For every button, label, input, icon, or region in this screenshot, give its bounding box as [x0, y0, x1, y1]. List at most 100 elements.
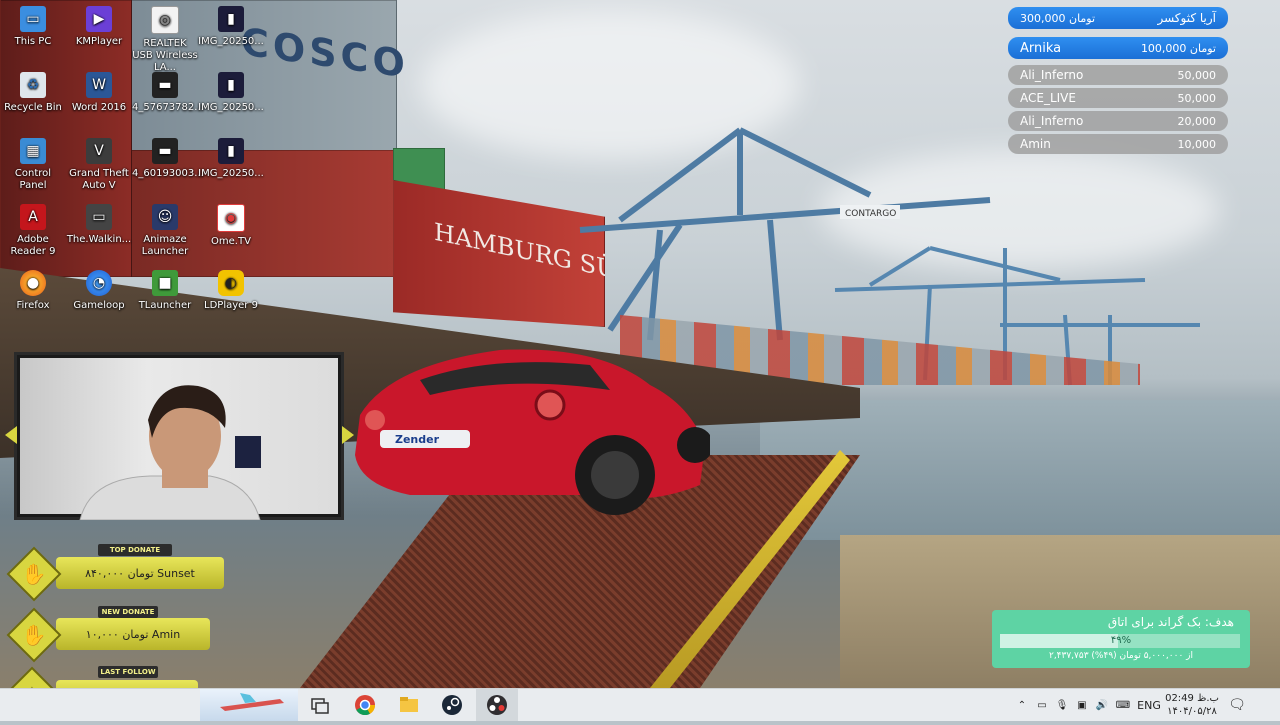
language-indicator[interactable]: ENG: [1134, 699, 1164, 712]
desktop-icon-tlauncher[interactable]: ■ TLauncher: [132, 270, 198, 312]
desktop-icon-label: Firefox: [16, 300, 50, 311]
desktop-icon-gta[interactable]: V Grand Theft Auto V: [66, 138, 132, 192]
desktop-icon-adobe[interactable]: A Adobe Reader 9: [0, 204, 66, 258]
red-sports-car: Zender: [355, 349, 710, 515]
alert-text: ۸۴۰,۰۰۰ تومان Sunset: [56, 557, 224, 589]
task-view-icon[interactable]: [308, 693, 332, 717]
donation-amount: 10,000: [1177, 137, 1217, 151]
desktop-icon-label: Recycle Bin: [4, 102, 62, 113]
donation-name: آریا کثوکسر: [1157, 11, 1216, 25]
desktop-icon-label: TLauncher: [138, 300, 192, 311]
recycle-bin-icon: ♻: [20, 72, 46, 98]
desktop-icon-label: 4_57673782...: [132, 102, 204, 113]
desktop-icon-word[interactable]: W Word 2016: [66, 72, 132, 114]
file-explorer-icon[interactable]: [397, 693, 421, 717]
webcam-right-arrow-icon: [342, 426, 354, 444]
desktop-icon-label: REALTEK USB Wireless LA...: [132, 38, 198, 73]
desktop-icon-ldplayer[interactable]: ◐ LDPlayer 9: [198, 270, 264, 312]
goal-title: هدف: بک گراند برای اتاق: [1107, 615, 1234, 629]
taskbar-active-app[interactable]: [476, 689, 518, 721]
desktop-icon-file-1[interactable]: ▬ 4_57673782...: [132, 72, 204, 114]
steam-icon[interactable]: [440, 693, 464, 717]
gameloop-icon: ◔: [86, 270, 112, 296]
alert-caption: LAST FOLLOW: [98, 666, 158, 678]
desktop-icon-img-2[interactable]: ▮ IMG_20250...: [198, 72, 264, 114]
desktop-icon-label: 4_60193003...: [132, 168, 204, 179]
svg-text:✋: ✋: [22, 562, 47, 586]
desktop-icon-label: The.Walkin...: [66, 234, 132, 245]
image-file-icon: ▮: [218, 72, 244, 98]
file-icon: ▬: [152, 72, 178, 98]
control-panel-icon: ▦: [20, 138, 46, 164]
desktop-icon-this-pc[interactable]: ▭ This PC: [0, 6, 66, 48]
desktop-icon-realtek[interactable]: ◎ REALTEK USB Wireless LA...: [132, 6, 198, 74]
donate-badge-icon: ✋: [6, 607, 62, 663]
webcam-left-arrow-icon: [5, 426, 17, 444]
donation-amount: 20,000: [1177, 114, 1217, 128]
donation-row: ACE_LIVE 50,000: [1008, 88, 1228, 108]
notification-center-icon[interactable]: 🗨: [1220, 697, 1254, 713]
file-icon: ▬: [152, 138, 178, 164]
desktop-icon-label: Animaze Launcher: [141, 234, 189, 257]
desktop-icon-label: KMPlayer: [75, 36, 123, 47]
alert-text: ۱۰,۰۰۰ تومان Amin: [56, 618, 210, 650]
desktop-icon-img-3[interactable]: ▮ IMG_20250...: [198, 138, 264, 180]
desktop-icon-firefox[interactable]: ● Firefox: [0, 270, 66, 312]
taskbar-search-thumbnail[interactable]: [200, 689, 298, 721]
microphone-icon[interactable]: 🎙: [1052, 700, 1072, 711]
desktop-icon-kmplayer[interactable]: ▶ KMPlayer: [66, 6, 132, 48]
display-icon[interactable]: ▣: [1072, 700, 1092, 711]
keyboard-icon[interactable]: ⌨: [1112, 700, 1134, 711]
folder-icon: ▭: [86, 204, 112, 230]
chevron-up-icon[interactable]: ⌃: [1012, 700, 1032, 711]
desktop-icon-file-2[interactable]: ▬ 4_60193003...: [132, 138, 204, 180]
donation-amount: 50,000: [1177, 91, 1217, 105]
ldplayer-icon: ◐: [218, 270, 244, 296]
desktop-icon-label: IMG_20250...: [198, 36, 264, 47]
desktop-icon-label: Control Panel: [14, 168, 52, 191]
ometv-icon: ◉: [217, 204, 245, 232]
firefox-icon: ●: [20, 270, 46, 296]
goal-subtitle: ۲,۴۳۷,۷۵۳ از ۵,۰۰۰,۰۰۰ تومان (۴۹%): [1048, 651, 1193, 661]
clock[interactable]: 02:49 ب.ظ ۱۴۰۴/۰۵/۲۸: [1164, 692, 1220, 718]
desktop-icon-label: This PC: [14, 36, 52, 47]
alert-caption: NEW DONATE: [98, 606, 158, 618]
donation-name: Arnika: [1020, 40, 1062, 56]
chrome-icon[interactable]: [353, 693, 377, 717]
svg-text:✋: ✋: [22, 623, 47, 647]
gta-icon: V: [86, 138, 112, 164]
desktop-icon-control-panel[interactable]: ▦ Control Panel: [0, 138, 66, 192]
desktop-icon-label: IMG_20250...: [198, 168, 264, 179]
desktop-icon-label: Gameloop: [73, 300, 125, 311]
desktop-icon-img-1[interactable]: ▮ IMG_20250...: [198, 6, 264, 48]
desktop-icon-label: Ome.TV: [211, 236, 251, 247]
donation-row: Amin 10,000: [1008, 134, 1228, 154]
desktop-icon-gameloop[interactable]: ◔ Gameloop: [66, 270, 132, 312]
computer-icon: ▭: [20, 6, 46, 32]
webcam-overlay: [14, 352, 344, 520]
desktop-icon-ometv[interactable]: ◉ Ome.TV: [198, 204, 264, 248]
desktop-icon-label: LDPlayer 9: [204, 300, 258, 311]
volume-icon[interactable]: 🔊: [1092, 700, 1112, 711]
streamer-silhouette: [79, 385, 261, 520]
donation-row: Ali_Inferno 20,000: [1008, 111, 1228, 131]
desktop-icon-walking[interactable]: ▭ The.Walkin...: [66, 204, 132, 246]
donation-row: 300,000 تومان آریا کثوکسر: [1008, 7, 1228, 29]
desktop-icon-recycle-bin[interactable]: ♻ Recycle Bin: [0, 72, 66, 114]
donation-name: ACE_LIVE: [1020, 91, 1076, 105]
donate-badge-icon: ✋: [6, 546, 62, 602]
network-icon[interactable]: ▭: [1032, 700, 1052, 711]
image-file-icon: ▮: [218, 138, 244, 164]
tlauncher-icon: ■: [152, 270, 178, 296]
alert-caption: TOP DONATE: [98, 544, 172, 556]
donation-name: Ali_Inferno: [1020, 114, 1084, 128]
system-tray: ⌃ ▭ 🎙 ▣ 🔊 ⌨ ENG 02:49 ب.ظ ۱۴۰۴/۰۵/۲۸ 🗨: [1012, 689, 1254, 721]
desktop-icon-label: Grand Theft Auto V: [69, 168, 129, 191]
obs-icon: [487, 695, 507, 715]
animaze-icon: ☺: [152, 204, 178, 230]
webcam-feed: [20, 358, 338, 520]
word-icon: W: [86, 72, 112, 98]
donation-amount: 300,000 تومان: [1020, 11, 1096, 25]
donation-row: Arnika 100,000 تومان: [1008, 37, 1228, 59]
desktop-icon-animaze[interactable]: ☺ Animaze Launcher: [132, 204, 198, 258]
